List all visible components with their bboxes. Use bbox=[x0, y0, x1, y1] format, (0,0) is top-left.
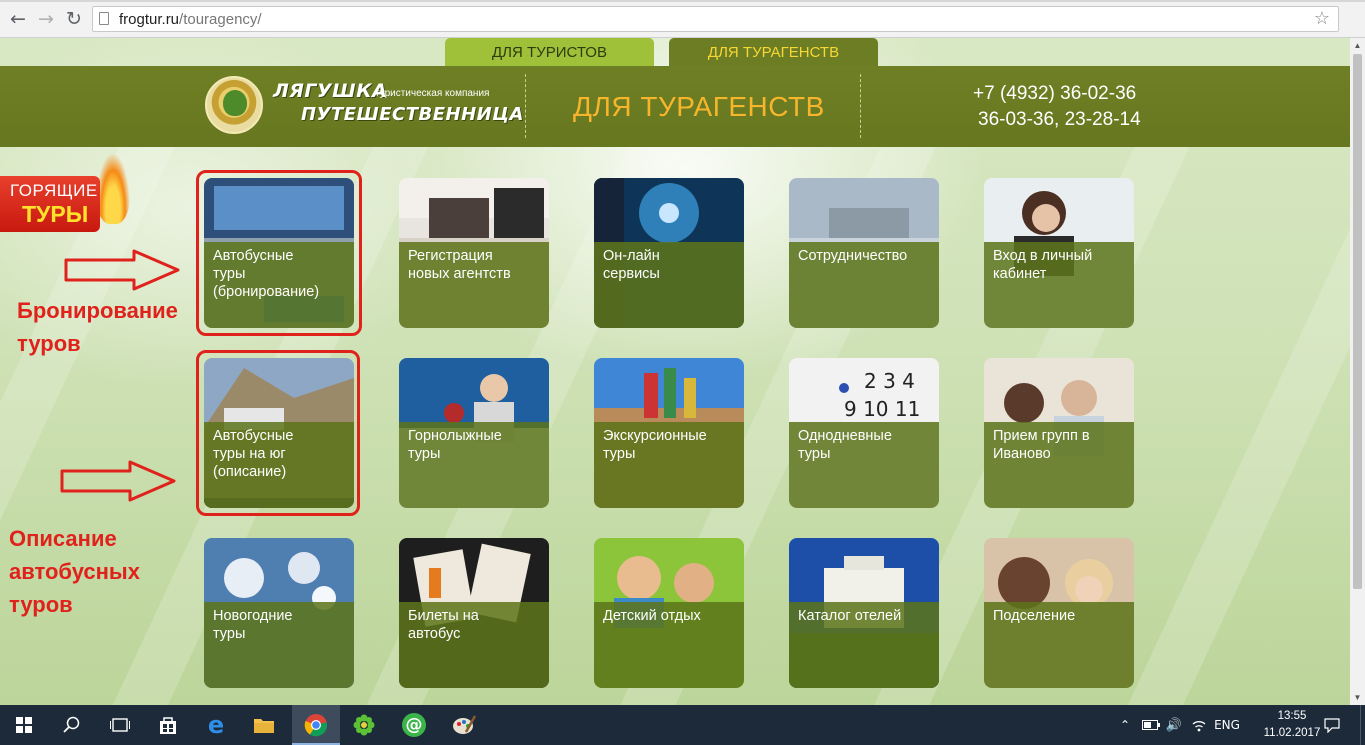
annotation-booking: Бронирование туров bbox=[17, 298, 178, 356]
page-title: ДЛЯ ТУРАГЕНСТВ bbox=[573, 91, 825, 122]
paint-icon[interactable] bbox=[440, 705, 488, 745]
svg-text:2 3 4: 2 3 4 bbox=[864, 369, 915, 393]
tile-excursion-tours[interactable]: Экскурсионные туры bbox=[594, 358, 744, 508]
tile-label: Он-лайн сервисы bbox=[603, 248, 660, 282]
page-icon bbox=[99, 12, 109, 25]
show-desktop-button[interactable] bbox=[1360, 705, 1365, 745]
forward-arrow-icon[interactable]: → bbox=[34, 7, 58, 31]
notifications-icon[interactable] bbox=[1322, 705, 1342, 745]
task-view-icon[interactable] bbox=[96, 705, 144, 745]
store-icon[interactable] bbox=[144, 705, 192, 745]
vertical-scrollbar[interactable]: ▲ ▼ bbox=[1350, 38, 1365, 705]
annotation-highlight-box bbox=[196, 170, 362, 336]
tile-label: Экскурсионные туры bbox=[603, 428, 707, 462]
site-header: ЛЯГУШКА туристическая компания ПУТЕШЕСТВ… bbox=[0, 66, 1350, 147]
windows-taskbar: e @ ⌃ 🔊 ENG 13:55 11.02.2017 bbox=[0, 705, 1365, 745]
tile-label: Вход в личный кабинет bbox=[993, 248, 1093, 282]
scroll-up-icon[interactable]: ▲ bbox=[1350, 38, 1365, 53]
flame-icon bbox=[96, 154, 130, 224]
hot-tours-line2: ТУРЫ bbox=[22, 201, 89, 227]
header-divider bbox=[525, 74, 526, 138]
tile-one-day-tours[interactable]: 2 3 4 9 10 11 Однодневные туры bbox=[789, 358, 939, 508]
site-logo[interactable]: ЛЯГУШКА туристическая компания ПУТЕШЕСТВ… bbox=[205, 74, 523, 138]
phone-secondary: 36-03-36, 23-28-14 bbox=[978, 109, 1141, 130]
logo-subtitle: туристическая компания bbox=[375, 88, 490, 99]
annotation-arrow-icon bbox=[60, 460, 176, 502]
tile-new-year-tours[interactable]: Новогодние туры bbox=[204, 538, 354, 688]
tile-label: Билеты на автобус bbox=[408, 608, 479, 642]
star-icon[interactable]: ☆ bbox=[1314, 8, 1330, 29]
tile-label: Детский отдых bbox=[603, 608, 701, 624]
tile-label: Регистрация новых агентств bbox=[408, 248, 511, 282]
search-icon[interactable] bbox=[48, 705, 96, 745]
windows-start-icon[interactable] bbox=[0, 705, 48, 745]
tab-for-agencies[interactable]: ДЛЯ ТУРАГЕНСТВ bbox=[669, 38, 878, 66]
clock-time: 13:55 bbox=[1277, 710, 1307, 722]
scroll-down-icon[interactable]: ▼ bbox=[1350, 690, 1365, 705]
tile-label: Однодневные туры bbox=[798, 428, 892, 462]
language-indicator[interactable]: ENG bbox=[1212, 705, 1242, 745]
hot-tours-line1: ГОРЯЩИЕ bbox=[10, 181, 98, 200]
tile-agency-registration[interactable]: Регистрация новых агентств bbox=[399, 178, 549, 328]
annotation-arrow-icon bbox=[64, 249, 180, 291]
tile-hotel-catalog[interactable]: Каталог отелей bbox=[789, 538, 939, 688]
chrome-icon[interactable] bbox=[292, 705, 340, 745]
annotation-description: Описание автобусных туров bbox=[9, 526, 140, 617]
tile-label: Новогодние туры bbox=[213, 608, 293, 642]
tab-for-tourists[interactable]: ДЛЯ ТУРИСТОВ bbox=[445, 38, 654, 66]
url-text[interactable]: frogtur.ru/touragency/ bbox=[119, 11, 262, 28]
address-bar[interactable]: frogtur.ru/touragency/ ☆ bbox=[92, 6, 1339, 32]
clock-date: 11.02.2017 bbox=[1263, 727, 1321, 739]
tab-strip bbox=[0, 0, 1365, 2]
scroll-thumb[interactable] bbox=[1353, 54, 1362, 589]
clock[interactable]: 13:55 11.02.2017 bbox=[1262, 708, 1322, 742]
volume-icon[interactable]: 🔊 bbox=[1164, 705, 1184, 745]
frog-logo-icon bbox=[205, 76, 263, 134]
back-arrow-icon[interactable]: ← bbox=[6, 7, 30, 31]
tile-kids-vacation[interactable]: Детский отдых bbox=[594, 538, 744, 688]
icq-icon[interactable] bbox=[340, 705, 388, 745]
battery-icon[interactable] bbox=[1140, 705, 1162, 745]
tile-cooperation[interactable]: Сотрудничество bbox=[789, 178, 939, 328]
tile-ski-tours[interactable]: Горнолыжные туры bbox=[399, 358, 549, 508]
annotation-highlight-box bbox=[196, 350, 360, 516]
tile-label: Горнолыжные туры bbox=[408, 428, 502, 462]
tile-group-reception[interactable]: Прием групп в Иваново bbox=[984, 358, 1134, 508]
edge-icon[interactable]: e bbox=[192, 705, 240, 745]
url-path: /touragency/ bbox=[179, 11, 262, 28]
tile-label: Подселение bbox=[993, 608, 1076, 624]
header-divider bbox=[860, 74, 861, 138]
reload-icon[interactable]: ↻ bbox=[62, 7, 86, 31]
tile-online-services[interactable]: Он-лайн сервисы bbox=[594, 178, 744, 328]
url-host: frogtur.ru bbox=[119, 11, 180, 28]
browser-toolbar: ← → ↻ frogtur.ru/touragency/ ☆ bbox=[0, 0, 1365, 38]
tile-bus-tickets[interactable]: Билеты на автобус bbox=[399, 538, 549, 688]
wifi-icon[interactable] bbox=[1188, 705, 1210, 745]
svg-text:9 10 11: 9 10 11 bbox=[844, 397, 920, 421]
logo-title-line1: ЛЯГУШКА bbox=[273, 80, 388, 102]
chevron-up-icon[interactable]: ⌃ bbox=[1116, 705, 1134, 745]
hot-tours-button[interactable]: ГОРЯЩИЕ ТУРЫ bbox=[0, 154, 130, 232]
web-page: ДЛЯ ТУРИСТОВ ДЛЯ ТУРАГЕНСТВ ЛЯГУШКА тури… bbox=[0, 38, 1350, 705]
tile-label: Прием групп в Иваново bbox=[993, 428, 1090, 462]
mail-agent-icon[interactable]: @ bbox=[390, 705, 438, 745]
tile-label: Каталог отелей bbox=[798, 608, 902, 624]
phone-primary: +7 (4932) 36-02-36 bbox=[973, 83, 1137, 104]
tile-room-sharing[interactable]: Подселение bbox=[984, 538, 1134, 688]
tile-personal-account[interactable]: Вход в личный кабинет bbox=[984, 178, 1134, 328]
file-explorer-icon[interactable] bbox=[240, 705, 288, 745]
tile-label: Сотрудничество bbox=[798, 248, 908, 264]
logo-title-line2: ПУТЕШЕСТВЕННИЦА bbox=[301, 104, 524, 125]
